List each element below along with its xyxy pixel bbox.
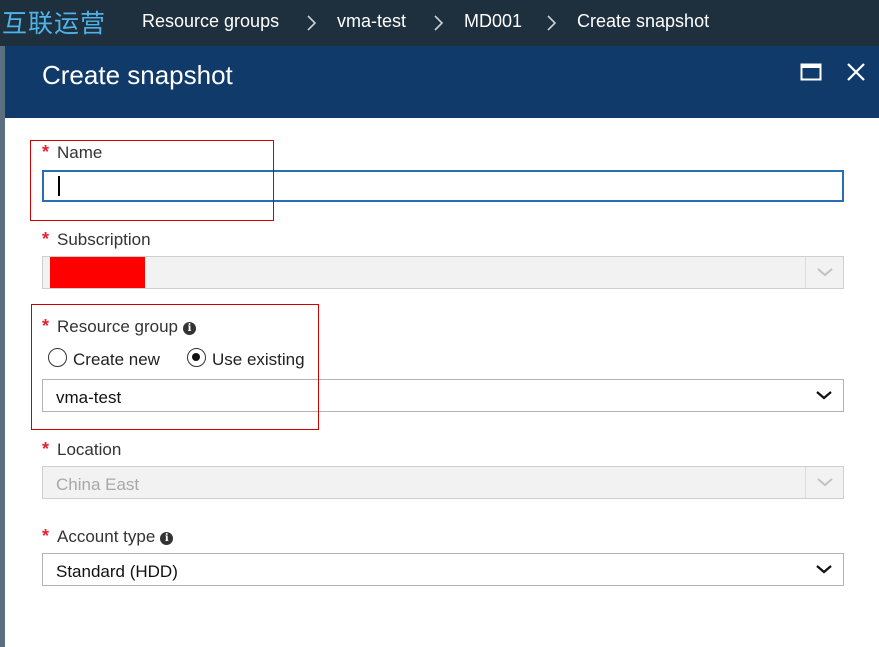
breadcrumb-create-snapshot[interactable]: Create snapshot xyxy=(577,11,709,32)
chevron-down-icon[interactable] xyxy=(805,554,843,585)
account-type-select[interactable]: Standard (HDD) xyxy=(42,553,844,586)
chevron-right-icon xyxy=(305,12,323,34)
chevron-down-icon[interactable] xyxy=(805,380,843,411)
chevron-down-icon[interactable] xyxy=(805,467,843,498)
location-value: China East xyxy=(56,475,140,494)
chevron-right-icon xyxy=(545,12,563,34)
close-icon[interactable] xyxy=(844,60,870,86)
breadcrumb-vma-test[interactable]: vma-test xyxy=(337,11,406,32)
required-marker: * xyxy=(42,439,50,459)
maximize-icon[interactable] xyxy=(799,60,825,86)
redacted-subscription-value xyxy=(50,257,145,288)
brand-logo-text[interactable]: 互联运营 xyxy=(2,4,106,40)
account-type-label: * Account type i xyxy=(42,526,174,547)
annotation-highlight-name xyxy=(30,140,274,221)
required-marker: * xyxy=(42,526,50,546)
breadcrumb-md001[interactable]: MD001 xyxy=(464,11,522,32)
location-select[interactable]: China East xyxy=(42,466,844,499)
subscription-label: * Subscription xyxy=(42,229,151,250)
info-icon[interactable]: i xyxy=(160,532,174,545)
location-label-text: Location xyxy=(57,440,122,459)
chevron-right-icon xyxy=(432,12,450,34)
required-marker: * xyxy=(42,229,50,249)
location-label: * Location xyxy=(42,439,121,460)
account-type-label-text: Account type xyxy=(57,527,156,546)
subscription-label-text: Subscription xyxy=(57,230,151,249)
top-navigation-bar: 互联运营 Resource groups vma-test MD001 Crea… xyxy=(0,0,879,46)
subscription-select[interactable] xyxy=(42,256,844,289)
page-title: Create snapshot xyxy=(42,60,233,90)
chevron-down-icon[interactable] xyxy=(805,257,843,288)
breadcrumb-resource-groups[interactable]: Resource groups xyxy=(142,11,279,32)
blade-left-border xyxy=(0,46,5,647)
account-type-value: Standard (HDD) xyxy=(56,562,178,581)
annotation-highlight-resource-group xyxy=(31,304,319,430)
blade-header: Create snapshot xyxy=(0,46,879,118)
